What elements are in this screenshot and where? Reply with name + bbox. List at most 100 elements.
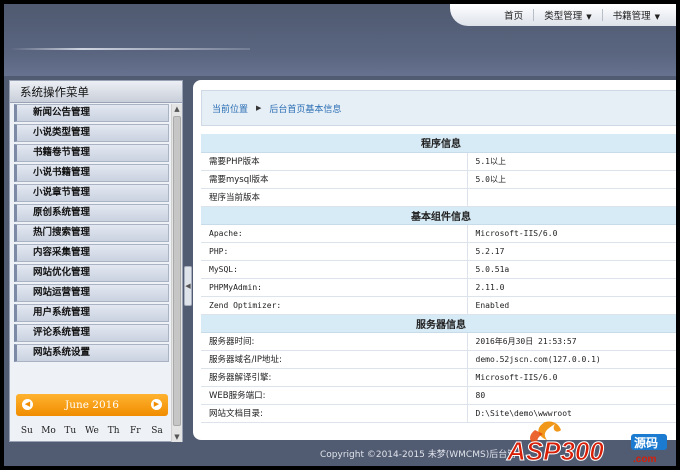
chevron-right-icon[interactable]: ▶ xyxy=(151,399,162,410)
section-header: 程序信息 xyxy=(201,134,676,153)
sidebar-item-settings[interactable]: 网站系统设置 xyxy=(14,344,169,362)
weekday-label: Th xyxy=(107,426,120,436)
breadcrumb-current[interactable]: 后台首页基本信息 xyxy=(269,102,341,115)
watermark-domain: .com xyxy=(633,454,656,465)
scroll-up-icon[interactable]: ▲ xyxy=(172,104,182,114)
row-value: 5.0以上 xyxy=(466,170,676,189)
watermark-text: ASP300 xyxy=(506,436,604,466)
row-label: 服务器时间: xyxy=(201,332,467,351)
row-value: 5.0.51a xyxy=(466,260,676,279)
sidebar-item-novel-types[interactable]: 小说类型管理 xyxy=(14,124,169,142)
nav-type-management[interactable]: 类型管理 ▼ xyxy=(534,8,601,22)
row-label: 需要mysql版本 xyxy=(201,170,467,189)
table-row: Apache: Microsoft-IIS/6.0 xyxy=(201,224,676,243)
sidebar-item-operations[interactable]: 网站运营管理 xyxy=(14,284,169,302)
sidebar-item-seo[interactable]: 网站优化管理 xyxy=(14,264,169,282)
table-row: 程序当前版本 xyxy=(201,188,676,207)
section-header: 基本组件信息 xyxy=(201,206,676,225)
sidebar-title: 系统操作菜单 xyxy=(10,81,182,103)
nav-home[interactable]: 首页 xyxy=(494,8,533,22)
section-header: 服务器信息 xyxy=(201,314,676,333)
table-row: Zend Optimizer: Enabled xyxy=(201,296,676,315)
row-value: 80 xyxy=(466,386,676,405)
system-info-table: 程序信息 需要PHP版本 5.1以上 需要mysql版本 5.0以上 程序当前版本 … xyxy=(201,134,676,423)
top-navigation: 首页 类型管理 ▼ 书籍管理 ▼ xyxy=(450,4,676,26)
section-title-components: 基本组件信息 xyxy=(201,206,676,225)
scrollbar-thumb[interactable] xyxy=(173,116,181,426)
nav-type-management-label: 类型管理 xyxy=(544,11,583,22)
chevron-left-icon: ◀ xyxy=(185,282,191,290)
row-label: 需要PHP版本 xyxy=(201,152,467,171)
collapse-sidebar-handle[interactable]: ◀ xyxy=(184,266,192,306)
section-title-server: 服务器信息 xyxy=(201,314,676,333)
section-title-program: 程序信息 xyxy=(201,134,676,153)
weekday-label: Mo xyxy=(41,426,56,436)
sidebar-item-collection[interactable]: 内容采集管理 xyxy=(14,244,169,262)
row-value: Microsoft-IIS/6.0 xyxy=(466,368,676,387)
row-value: 5.2.17 xyxy=(466,242,676,261)
weekday-label: We xyxy=(84,426,99,436)
row-label: 网站文档目录: xyxy=(201,404,467,423)
table-row: 服务器域名/IP地址: demo.52jscn.com(127.0.0.1) xyxy=(201,350,676,369)
row-label: WEB服务端口: xyxy=(201,386,467,405)
asp300-watermark-logo: ASP300 源码 .com xyxy=(506,421,667,466)
footer-copyright: Copyright ©2014-2015 未梦(WMCMS)后台管 xyxy=(320,450,517,460)
header-divider xyxy=(10,48,250,50)
table-row: WEB服务端口: 80 xyxy=(201,386,676,405)
sidebar-item-hot-search[interactable]: 热门搜索管理 xyxy=(14,224,169,242)
breadcrumb: 当前位置 ▶ 后台首页基本信息 xyxy=(201,90,676,126)
table-row: 服务器解译引擎: Microsoft-IIS/6.0 xyxy=(201,368,676,387)
calendar: ◀ June 2016 ▶ Su Mo Tu We Th Fr Sa xyxy=(16,394,168,442)
sidebar-item-original[interactable]: 原创系统管理 xyxy=(14,204,169,222)
chevron-right-icon: ▶ xyxy=(256,104,262,112)
sidebar-item-comments[interactable]: 评论系统管理 xyxy=(14,324,169,342)
sidebar-item-volumes[interactable]: 书籍卷节管理 xyxy=(14,144,169,162)
sidebar-item-chapters[interactable]: 小说章节管理 xyxy=(14,184,169,202)
row-value: 2.11.0 xyxy=(466,278,676,297)
row-label: 程序当前版本 xyxy=(201,188,467,207)
row-value: Microsoft-IIS/6.0 xyxy=(466,224,676,243)
row-value: Enabled xyxy=(466,296,676,315)
row-value: 2016年6月30日 21:53:57 xyxy=(466,332,676,351)
weekday-label: Sa xyxy=(151,426,163,436)
row-label: PHPMyAdmin: xyxy=(201,278,467,297)
sidebar-item-books[interactable]: 小说书籍管理 xyxy=(14,164,169,182)
caret-down-icon: ▼ xyxy=(654,13,660,21)
table-row: 服务器时间: 2016年6月30日 21:53:57 xyxy=(201,332,676,351)
calendar-month: June 2016 xyxy=(64,399,119,411)
row-label: PHP: xyxy=(201,242,467,261)
row-label: 服务器域名/IP地址: xyxy=(201,350,467,369)
nav-book-management-label: 书籍管理 xyxy=(612,11,651,22)
sidebar: 系统操作菜单 新闻公告管理 小说类型管理 书籍卷节管理 小说书籍管理 小说章节管… xyxy=(9,80,183,442)
weekday-label: Su xyxy=(20,426,33,436)
sidebar-scrollbar[interactable]: ▲ ▼ xyxy=(171,104,182,442)
header-bar: 首页 类型管理 ▼ 书籍管理 ▼ xyxy=(4,4,676,76)
breadcrumb-root[interactable]: 当前位置 xyxy=(212,102,248,115)
row-value: 5.1以上 xyxy=(466,152,676,171)
watermark-suffix: 源码 xyxy=(634,435,658,450)
scroll-down-icon[interactable]: ▼ xyxy=(172,432,182,442)
table-row: PHP: 5.2.17 xyxy=(201,242,676,261)
main-content: 当前位置 ▶ 后台首页基本信息 程序信息 需要PHP版本 5.1以上 需要mysq… xyxy=(193,80,676,440)
caret-down-icon: ▼ xyxy=(586,13,592,21)
sidebar-item-users[interactable]: 用户系统管理 xyxy=(14,304,169,322)
row-label: Apache: xyxy=(201,224,467,243)
row-value xyxy=(466,188,676,207)
row-value: demo.52jscn.com(127.0.0.1) xyxy=(466,350,676,369)
weekday-label: Fr xyxy=(130,426,141,436)
sidebar-menu: 新闻公告管理 小说类型管理 书籍卷节管理 小说书籍管理 小说章节管理 原创系统管… xyxy=(10,104,172,442)
calendar-header: ◀ June 2016 ▶ xyxy=(16,394,168,416)
table-row: 需要mysql版本 5.0以上 xyxy=(201,170,676,189)
row-label: MySQL: xyxy=(201,260,467,279)
nav-book-management[interactable]: 书籍管理 ▼ xyxy=(603,8,670,22)
table-row: PHPMyAdmin: 2.11.0 xyxy=(201,278,676,297)
sidebar-item-news[interactable]: 新闻公告管理 xyxy=(14,104,169,122)
row-label: Zend Optimizer: xyxy=(201,296,467,315)
table-row: 需要PHP版本 5.1以上 xyxy=(201,152,676,171)
calendar-weekdays: Su Mo Tu We Th Fr Sa xyxy=(16,426,168,436)
app-window: 首页 类型管理 ▼ 书籍管理 ▼ 系统操作菜单 新闻公告管理 小说类型管理 书籍卷节… xyxy=(4,4,676,466)
nav-home-label: 首页 xyxy=(504,11,524,22)
table-row: MySQL: 5.0.51a xyxy=(201,260,676,279)
row-label: 服务器解译引擎: xyxy=(201,368,467,387)
weekday-label: Tu xyxy=(64,426,77,436)
